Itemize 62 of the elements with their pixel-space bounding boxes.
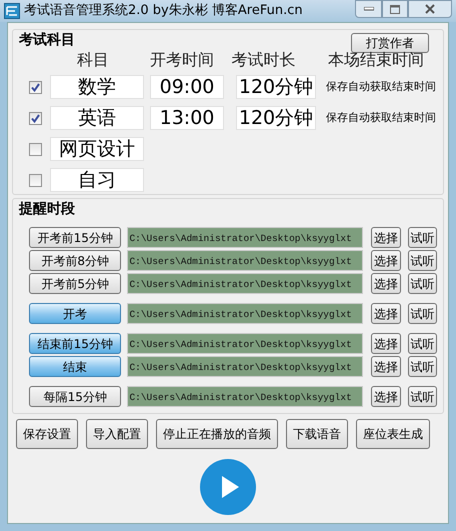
close-button[interactable]: [408, 0, 452, 18]
end-time-text: 保存自动获取结束时间: [326, 110, 436, 126]
subject-field[interactable]: 网页设计: [50, 137, 144, 161]
reward-button[interactable]: 打赏作者: [351, 33, 429, 53]
checkbox[interactable]: [29, 174, 42, 186]
play-button[interactable]: [200, 459, 256, 515]
file-path-field[interactable]: C:\Users\Administrator\Desktop\ksyyglxt: [127, 333, 364, 354]
choose-button[interactable]: 选择: [371, 356, 401, 377]
choose-button[interactable]: 选择: [371, 386, 401, 407]
preview-button[interactable]: 试听: [408, 333, 438, 354]
choose-button[interactable]: 选择: [371, 303, 401, 324]
checkbox[interactable]: [29, 142, 42, 156]
preview-button[interactable]: 试听: [408, 386, 438, 407]
action-button[interactable]: 保存设置: [16, 419, 78, 449]
preview-button[interactable]: 试听: [408, 273, 438, 294]
subject-field[interactable]: 数学: [50, 75, 144, 99]
column-header: 开考时间: [148, 49, 215, 71]
action-button[interactable]: 停止正在播放的音频: [156, 419, 278, 449]
maximize-icon: [390, 4, 400, 14]
start-time-field[interactable]: 13:00: [150, 106, 224, 130]
preview-button[interactable]: 试听: [408, 303, 438, 324]
subject-field[interactable]: 自习: [50, 168, 144, 192]
reminder-button[interactable]: 开考前8分钟: [29, 250, 122, 271]
duration-field[interactable]: 120分钟: [236, 75, 316, 99]
minimize-button[interactable]: [355, 0, 382, 18]
file-path-field[interactable]: C:\Users\Administrator\Desktop\ksyyglxt: [127, 273, 364, 294]
choose-button[interactable]: 选择: [371, 227, 401, 248]
action-button[interactable]: 座位表生成: [356, 419, 430, 449]
window-title: 考试语音管理系统2.0 by朱永彬 博客AreFun.cn: [24, 2, 303, 20]
file-path-field[interactable]: C:\Users\Administrator\Desktop\ksyyglxt: [127, 227, 364, 248]
start-time-field[interactable]: 09:00: [150, 75, 224, 99]
file-path-field[interactable]: C:\Users\Administrator\Desktop\ksyyglxt: [127, 250, 364, 271]
minimize-icon: [364, 7, 374, 11]
reminder-button[interactable]: 结束前15分钟: [29, 333, 122, 354]
group-title: 考试科目: [19, 30, 75, 50]
choose-button[interactable]: 选择: [371, 273, 401, 294]
preview-button[interactable]: 试听: [408, 356, 438, 377]
subject-field[interactable]: 英语: [50, 106, 144, 130]
reminder-button[interactable]: 开考前15分钟: [29, 227, 122, 248]
file-path-field[interactable]: C:\Users\Administrator\Desktop\ksyyglxt: [127, 356, 364, 377]
preview-button[interactable]: 试听: [408, 250, 438, 271]
close-icon: [425, 4, 435, 14]
action-button[interactable]: 导入配置: [86, 419, 148, 449]
preview-button[interactable]: 试听: [408, 227, 438, 248]
choose-button[interactable]: 选择: [371, 333, 401, 354]
file-path-field[interactable]: C:\Users\Administrator\Desktop\ksyyglxt: [127, 303, 364, 324]
maximize-button[interactable]: [382, 0, 408, 18]
checkbox[interactable]: [29, 112, 42, 124]
choose-button[interactable]: 选择: [371, 250, 401, 271]
file-path-field[interactable]: C:\Users\Administrator\Desktop\ksyyglxt: [127, 386, 364, 407]
action-button[interactable]: 下载语音: [286, 419, 348, 449]
reminder-button[interactable]: 结束: [29, 356, 122, 377]
reminder-button[interactable]: 每隔15分钟: [29, 386, 122, 407]
app-icon: [4, 3, 20, 19]
reminder-button[interactable]: 开考前5分钟: [29, 273, 122, 294]
column-header: 科目: [76, 49, 110, 71]
duration-field[interactable]: 120分钟: [236, 106, 316, 130]
column-header: 考试时长: [230, 49, 297, 71]
checkbox[interactable]: [29, 80, 42, 94]
end-time-text: 保存自动获取结束时间: [326, 78, 436, 95]
group-title: 提醒时段: [19, 201, 75, 217]
reminder-button[interactable]: 开考: [29, 303, 122, 324]
